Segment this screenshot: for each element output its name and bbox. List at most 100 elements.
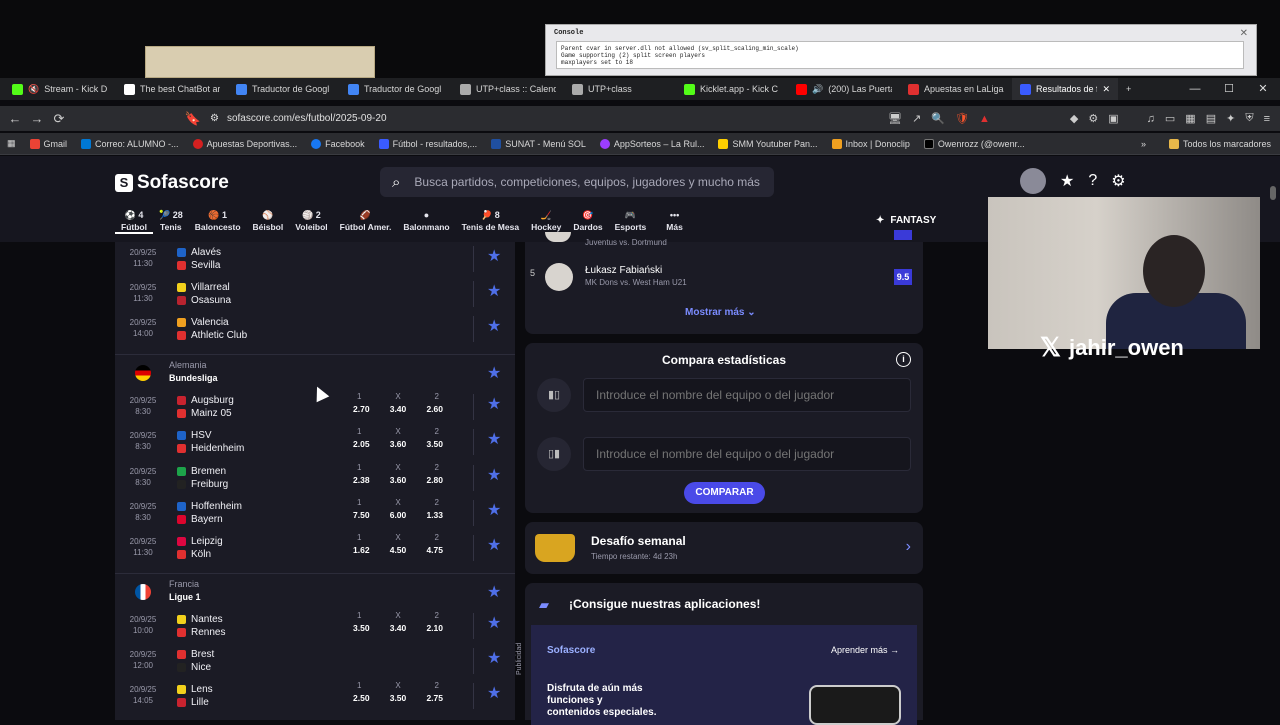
odds-value[interactable]: 2.10 xyxy=(426,623,443,633)
bookmark-item[interactable]: Inbox | Donoclip xyxy=(825,138,917,149)
favorite-star-icon[interactable]: ★ xyxy=(487,363,501,383)
bookmark-item[interactable]: Facebook xyxy=(304,138,372,149)
match-odds[interactable]: 1 X 2 7.50 6.00 1.33 xyxy=(353,498,443,520)
show-more-button[interactable]: Mostrar más ⌄ xyxy=(685,307,756,318)
favorite-star-icon[interactable]: ★ xyxy=(487,648,501,668)
browser-tab[interactable]: 🔇 Stream - Kick D xyxy=(4,78,116,100)
extensions-icon[interactable]: ⚙ xyxy=(1088,112,1098,125)
promo-banner[interactable]: Sofascore Aprender más → Disfruta de aún… xyxy=(531,625,917,725)
learn-more-link[interactable]: Aprender más → xyxy=(831,645,899,655)
odds-value[interactable]: 3.50 xyxy=(390,693,407,703)
bookmark-item[interactable]: Correo: ALUMNO -... xyxy=(74,138,186,149)
favorite-star-icon[interactable]: ★ xyxy=(487,246,501,266)
compare-button[interactable]: COMPARAR xyxy=(684,482,765,504)
chevron-right-icon[interactable]: › xyxy=(906,538,911,556)
browser-tab[interactable]: Kicklet.app - Kick C xyxy=(676,78,788,100)
match-row[interactable]: 20/9/25 11:30 Villarreal Osasuna ★ xyxy=(115,277,515,313)
sport-tab[interactable]: ⚽ 4 Fútbol xyxy=(115,210,153,234)
compare-input-2[interactable] xyxy=(583,437,911,471)
wallet-icon[interactable]: ◆ xyxy=(1070,112,1078,125)
shield-icon[interactable]: ⛨ xyxy=(1245,112,1253,125)
favorites-star-icon[interactable]: ★ xyxy=(1060,171,1074,191)
wallet-menu-icon[interactable]: ▤ xyxy=(1206,112,1216,125)
favorite-star-icon[interactable]: ★ xyxy=(487,429,501,449)
browser-tab[interactable]: UTP+class xyxy=(564,78,676,100)
page-scrollbar[interactable] xyxy=(1270,186,1276,200)
site-info-icon[interactable]: ⚙ xyxy=(210,113,219,124)
odds-value[interactable]: 2.05 xyxy=(353,439,370,449)
all-bookmarks-folder[interactable]: Todos los marcadores xyxy=(1162,138,1278,149)
match-row[interactable]: 20/9/25 11:30 Alavés Sevilla ★ xyxy=(115,242,515,278)
sport-tab[interactable]: ● Balonmano xyxy=(397,210,455,234)
close-icon[interactable]: ✕ xyxy=(1246,78,1280,100)
odds-value[interactable]: 3.60 xyxy=(390,439,407,449)
match-row[interactable]: 20/9/25 8:30 Bremen Freiburg 1 X 2 2.38 3.60 2.80… xyxy=(115,461,515,497)
bookmark-item[interactable]: Owenrozz (@owenr... xyxy=(917,138,1032,149)
match-row[interactable]: 20/9/25 14:00 Valencia Athletic Club ★ xyxy=(115,312,515,348)
favorite-star-icon[interactable]: ★ xyxy=(487,281,501,301)
favorite-star-icon[interactable]: ★ xyxy=(487,582,501,602)
bookmark-item[interactable]: Fútbol - resultados,... xyxy=(372,138,485,149)
bookmark-item[interactable]: Apuestas Deportivas... xyxy=(186,138,305,149)
odds-value[interactable]: 3.40 xyxy=(390,623,407,633)
match-odds[interactable]: 1 X 2 2.38 3.60 2.80 xyxy=(353,463,443,485)
forward-icon[interactable]: → xyxy=(26,111,48,126)
match-odds[interactable]: 1 X 2 2.50 3.50 2.75 xyxy=(353,681,443,703)
browser-tab[interactable]: Traductor de Googl xyxy=(340,78,452,100)
browser-tab[interactable]: 🔊 (200) Las Puerta xyxy=(788,78,900,100)
sport-tab[interactable]: 🎾 28 Tenis xyxy=(153,210,189,234)
brave-shield-icon[interactable]: 🛡 xyxy=(955,112,969,125)
odds-value[interactable]: 3.50 xyxy=(426,439,443,449)
address-bar[interactable]: ⚙ sofascore.com/es/futbol/2025-09-20 xyxy=(210,106,990,131)
match-row[interactable]: 20/9/25 12:00 Brest Nice ★ xyxy=(115,644,515,680)
sport-tab[interactable]: 🏈 Fútbol Amer. xyxy=(334,210,398,234)
bookmark-item[interactable]: Gmail xyxy=(23,138,75,149)
odds-value[interactable]: 2.70 xyxy=(353,404,370,414)
sport-tab[interactable]: 🏒 Hockey xyxy=(525,210,567,234)
match-odds[interactable]: 1 X 2 2.70 3.40 2.60 xyxy=(353,392,443,414)
bookmark-page-icon[interactable]: 🔖 xyxy=(182,111,204,127)
favorite-star-icon[interactable]: ★ xyxy=(487,316,501,336)
new-tab-button[interactable]: + xyxy=(1118,78,1142,100)
reload-icon[interactable]: ⟳ xyxy=(48,111,70,127)
leo-icon[interactable]: ✦ xyxy=(1226,112,1235,125)
bookmark-item[interactable]: SMM Youtuber Pan... xyxy=(711,138,824,149)
match-row[interactable]: 20/9/25 11:30 Leipzig Köln 1 X 2 1.62 4.50 4.75 ★ xyxy=(115,531,515,567)
favorite-star-icon[interactable]: ★ xyxy=(487,500,501,520)
browser-tab[interactable]: The best ChatBot ar xyxy=(116,78,228,100)
back-icon[interactable]: ← xyxy=(4,111,26,126)
help-icon[interactable]: ? xyxy=(1088,172,1097,190)
tab-close-icon[interactable]: ✕ xyxy=(1102,84,1110,95)
odds-value[interactable]: 2.75 xyxy=(426,693,443,703)
odds-value[interactable]: 4.50 xyxy=(390,545,407,555)
rewards-icon[interactable]: ▲ xyxy=(979,113,990,125)
install-icon[interactable]: 🖥 xyxy=(888,112,902,125)
zoom-icon[interactable]: 🔍 xyxy=(931,112,945,125)
odds-value[interactable]: 6.00 xyxy=(390,510,407,520)
league-header[interactable]: Francia Ligue 1 ★ xyxy=(115,572,515,607)
browser-tab[interactable]: Apuestas en LaLiga xyxy=(900,78,1012,100)
sport-tab-more[interactable]: ••• Más xyxy=(660,210,689,234)
odds-value[interactable]: 3.50 xyxy=(353,623,370,633)
info-icon[interactable]: i xyxy=(896,352,911,367)
avatar[interactable] xyxy=(1020,168,1046,194)
odds-value[interactable]: 2.60 xyxy=(426,404,443,414)
match-row[interactable]: 20/9/25 8:30 HSV Heidenheim 1 X 2 2.05 3.60 3.50 ★ xyxy=(115,425,515,461)
compare-input-1[interactable] xyxy=(583,378,911,412)
odds-value[interactable]: 2.80 xyxy=(426,475,443,485)
more-bookmarks-icon[interactable]: » xyxy=(1134,139,1153,149)
league-header[interactable]: Alemania Bundesliga ★ xyxy=(115,354,515,388)
odds-value[interactable]: 2.38 xyxy=(353,475,370,485)
favorite-star-icon[interactable]: ★ xyxy=(487,465,501,485)
browser-tab-active[interactable]: Resultados de f ✕ xyxy=(1012,78,1118,100)
maximize-icon[interactable]: ☐ xyxy=(1212,78,1246,100)
sport-tab[interactable]: 🏓 8 Tenis de Mesa xyxy=(456,210,525,234)
browser-tab[interactable]: UTP+class :: Calend xyxy=(452,78,564,100)
console-close-icon[interactable]: ✕ xyxy=(1240,28,1248,40)
favorite-star-icon[interactable]: ★ xyxy=(487,613,501,633)
url-text[interactable]: sofascore.com/es/futbol/2025-09-20 xyxy=(227,113,387,124)
apps-grid-icon[interactable]: ▦ xyxy=(0,138,23,149)
browser-tab[interactable]: Traductor de Googl xyxy=(228,78,340,100)
match-row[interactable]: 20/9/25 14:05 Lens Lille 1 X 2 2.50 3.50 2.75 ★ xyxy=(115,679,515,715)
bookmark-item[interactable]: AppSorteos – La Rul... xyxy=(593,138,712,149)
